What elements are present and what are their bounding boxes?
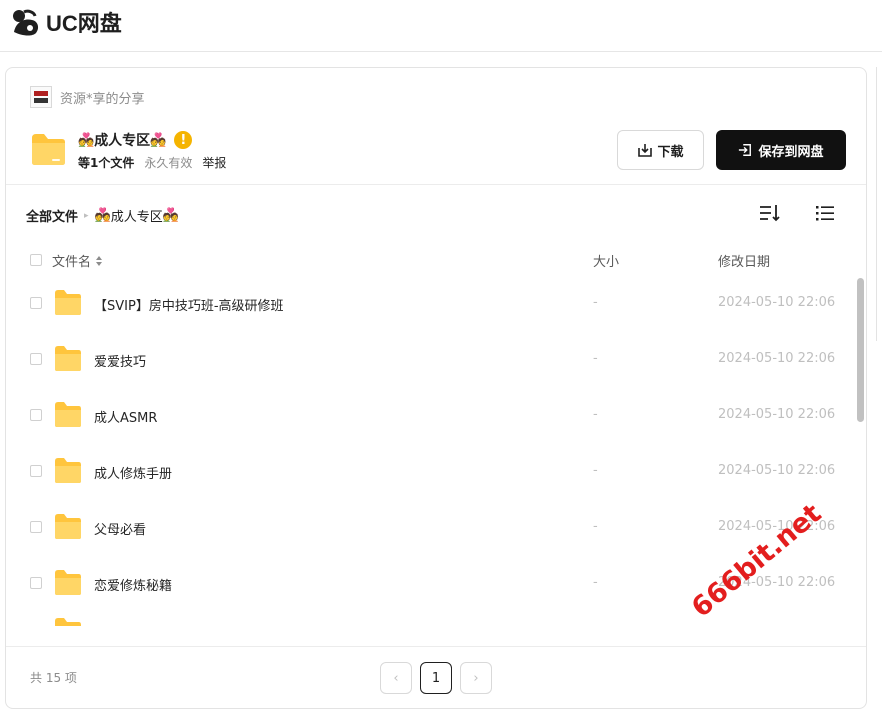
folder-icon bbox=[55, 346, 81, 371]
page-1-button[interactable]: 1 bbox=[420, 662, 452, 694]
side-divider bbox=[876, 67, 877, 341]
file-name[interactable]: 成人ASMR bbox=[94, 407, 157, 426]
table-row[interactable]: 【SVIP】房中技巧班-高级研修班 - 2024-05-10 22:06 bbox=[6, 276, 856, 332]
file-count: 等1个文件 bbox=[78, 156, 135, 170]
column-size[interactable]: 大小 bbox=[593, 251, 619, 270]
sharer-info: 资源*享的分享 bbox=[30, 86, 145, 108]
folder-icon bbox=[55, 458, 81, 483]
prev-page-button[interactable]: ‹ bbox=[380, 662, 412, 694]
file-name[interactable]: 爱爱技巧 bbox=[94, 351, 146, 370]
column-date[interactable]: 修改日期 bbox=[718, 251, 770, 270]
breadcrumb-current: 成人专区 bbox=[110, 210, 163, 225]
app-name: UC网盘 bbox=[46, 11, 122, 36]
uc-logo-icon bbox=[13, 9, 39, 36]
validity: 永久有效 bbox=[144, 156, 193, 170]
file-date: 2024-05-10 22:06 bbox=[718, 295, 836, 310]
couple-emoji-icon: 💑 bbox=[162, 208, 179, 223]
select-all-checkbox[interactable] bbox=[30, 254, 42, 266]
share-title-text: 成人专区 bbox=[94, 133, 151, 149]
share-card: 资源*享的分享 💑 成人专区 💑 ! 等1个文件 永久有效 举报 下载 保存到网… bbox=[5, 67, 867, 709]
table-header: 文件名 大小 修改日期 bbox=[6, 246, 866, 274]
file-name[interactable]: 恋爱修炼秘籍 bbox=[94, 575, 172, 594]
total-count: 共 15 项 bbox=[30, 671, 77, 685]
scrollbar[interactable] bbox=[857, 278, 864, 422]
file-size: - bbox=[593, 463, 598, 478]
download-button[interactable]: 下载 bbox=[617, 130, 704, 170]
file-size: - bbox=[593, 575, 598, 590]
top-bar: UC网盘 bbox=[0, 0, 882, 52]
divider bbox=[6, 184, 866, 185]
sort-icon[interactable] bbox=[758, 202, 780, 224]
table-row[interactable]: 爱爱技巧 - 2024-05-10 22:06 bbox=[6, 332, 856, 388]
folder-icon bbox=[55, 570, 81, 595]
list-view-icon[interactable] bbox=[814, 202, 836, 224]
warning-icon[interactable]: ! bbox=[174, 131, 193, 149]
column-name-label: 文件名 bbox=[52, 255, 92, 270]
row-checkbox[interactable] bbox=[30, 297, 42, 309]
sharer-avatar bbox=[30, 86, 52, 108]
table-row-partial bbox=[6, 612, 856, 626]
file-date: 2024-05-10 22:06 bbox=[718, 351, 836, 366]
file-date: 2024-05-10 22:06 bbox=[718, 463, 836, 478]
next-page-button[interactable]: › bbox=[460, 662, 492, 694]
folder-icon bbox=[55, 514, 81, 539]
save-icon bbox=[739, 144, 752, 156]
uc-logo[interactable]: UC网盘 bbox=[10, 6, 122, 38]
file-name[interactable]: 成人修炼手册 bbox=[94, 463, 172, 482]
file-name[interactable]: 【SVIP】房中技巧班-高级研修班 bbox=[94, 295, 284, 314]
table-row[interactable]: 成人修炼手册 - 2024-05-10 22:06 bbox=[6, 444, 856, 500]
divider bbox=[6, 646, 866, 647]
file-size: - bbox=[593, 407, 598, 422]
couple-emoji-icon: 💑 bbox=[78, 132, 95, 148]
table-row[interactable]: 父母必看 - 2024-05-10 22:06 bbox=[6, 500, 856, 556]
report-link[interactable]: 举报 bbox=[202, 154, 226, 171]
download-icon bbox=[638, 144, 653, 157]
row-checkbox[interactable] bbox=[30, 353, 42, 365]
breadcrumb-arrow-icon: ▸ bbox=[84, 210, 89, 221]
column-name[interactable]: 文件名 bbox=[52, 251, 103, 270]
sort-arrows-icon bbox=[96, 255, 103, 266]
sharer-name: 资源*享的分享 bbox=[60, 91, 145, 107]
file-name[interactable]: 父母必看 bbox=[94, 519, 146, 538]
share-header: 💑 成人专区 💑 ! 等1个文件 永久有效 举报 下载 保存到网盘 bbox=[30, 130, 846, 174]
file-size: - bbox=[593, 519, 598, 534]
save-label: 保存到网盘 bbox=[758, 144, 824, 160]
file-date: 2024-05-10 22:06 bbox=[718, 407, 836, 422]
download-label: 下载 bbox=[657, 144, 684, 160]
table-row[interactable]: 成人ASMR - 2024-05-10 22:06 bbox=[6, 388, 856, 444]
row-checkbox[interactable] bbox=[30, 521, 42, 533]
row-checkbox[interactable] bbox=[30, 465, 42, 477]
share-meta: 等1个文件 永久有效 举报 bbox=[78, 154, 226, 171]
row-checkbox[interactable] bbox=[30, 409, 42, 421]
avatar-icon bbox=[34, 91, 48, 103]
couple-emoji-icon: 💑 bbox=[94, 208, 111, 223]
share-title: 💑 成人专区 💑 ! bbox=[78, 130, 193, 150]
couple-emoji-icon: 💑 bbox=[150, 132, 167, 148]
breadcrumb-root[interactable]: 全部文件 bbox=[26, 206, 78, 225]
save-to-drive-button[interactable]: 保存到网盘 bbox=[716, 130, 846, 170]
folder-icon bbox=[32, 134, 65, 165]
file-size: - bbox=[593, 351, 598, 366]
file-size: - bbox=[593, 295, 598, 310]
breadcrumb: 全部文件 ▸ 💑 成人专区 💑 bbox=[26, 206, 179, 225]
folder-icon bbox=[55, 290, 81, 315]
folder-icon bbox=[55, 402, 81, 427]
row-checkbox[interactable] bbox=[30, 577, 42, 589]
folder-icon bbox=[55, 618, 81, 626]
